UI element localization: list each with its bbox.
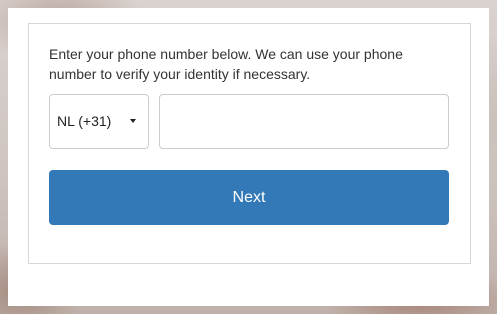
- phone-number-input[interactable]: [159, 94, 449, 149]
- country-code-value: NL (+31): [57, 113, 112, 129]
- instruction-text: Enter your phone number below. We can us…: [49, 46, 403, 82]
- country-code-select[interactable]: NL (+31): [49, 94, 149, 149]
- next-button[interactable]: Next: [49, 170, 449, 225]
- caret-down-icon: [130, 119, 136, 123]
